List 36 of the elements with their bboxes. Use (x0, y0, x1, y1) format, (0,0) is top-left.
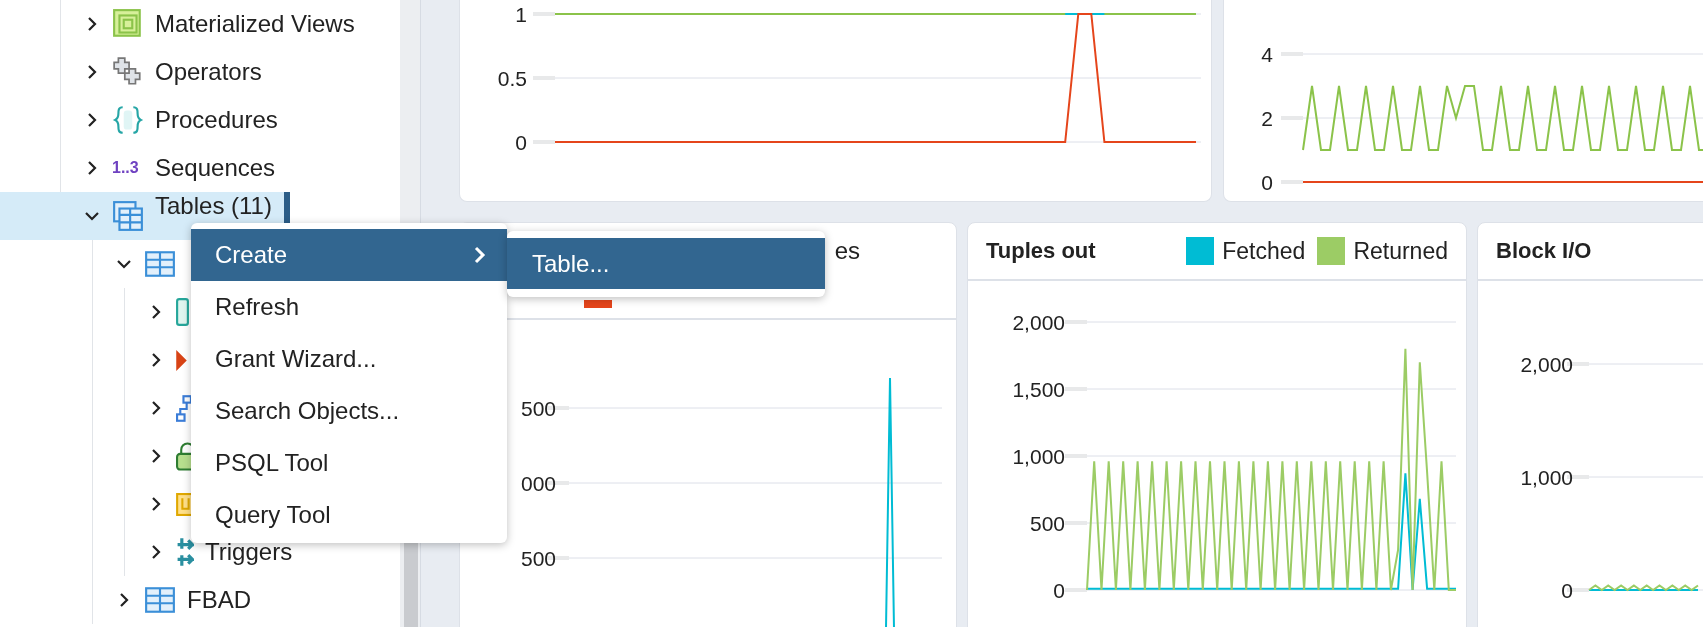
tree-item-label: Operators (155, 58, 262, 86)
axis-tick-label: 2,000 (1012, 311, 1065, 334)
menu-item-label: PSQL Tool (215, 449, 329, 477)
axis-tick-label: 1,500 (1012, 378, 1065, 401)
tree-item-label: Materialized Views (155, 10, 355, 38)
sequence-icon: 1..3 (112, 159, 144, 177)
axis-tick-label: 1,000 (1012, 445, 1065, 468)
menu-item-label: Create (215, 241, 288, 269)
axis-tick-label: 500 (520, 397, 556, 420)
legend-label: Returned (1353, 237, 1448, 265)
tree-item-label: Sequences (155, 154, 276, 182)
chart-title: Block I/O (1496, 238, 1592, 264)
chart-title: Tuples out (986, 238, 1096, 264)
axis-tick-label: 2 (1261, 107, 1273, 130)
menu-item-label: Grant Wizard... (215, 345, 377, 373)
axis-tick-label: 0 (1053, 579, 1065, 602)
tree-item-label: Procedures (155, 106, 278, 134)
axis-tick-label: 1 (515, 3, 527, 26)
axis-tick-label: 500 (520, 547, 556, 570)
axis-tick-label: 0 (515, 131, 527, 154)
menu-item-label: Refresh (215, 293, 300, 321)
tree-item-label: FBAD (187, 586, 251, 614)
tree-item-label: Tables (11) (155, 194, 272, 218)
axis-tick-label: 2,000 (1520, 353, 1573, 376)
axis-tick-label: 000 (520, 472, 556, 495)
menu-item-label: Query Tool (215, 501, 331, 529)
axis-tick-label: 0 (1261, 171, 1273, 194)
axis-tick-label: 1,000 (1520, 466, 1573, 489)
axis-tick-label: 4 (1261, 43, 1273, 66)
menu-item-label: Search Objects... (215, 397, 400, 425)
axis-tick-label: 500 (1029, 512, 1065, 535)
tree-item-label: Triggers (205, 538, 293, 566)
axis-tick-label: 0 (1561, 579, 1573, 602)
legend-label: Fetched (1222, 237, 1306, 265)
chart-title: es (834, 237, 860, 265)
axis-tick-label: 0.5 (497, 67, 527, 90)
